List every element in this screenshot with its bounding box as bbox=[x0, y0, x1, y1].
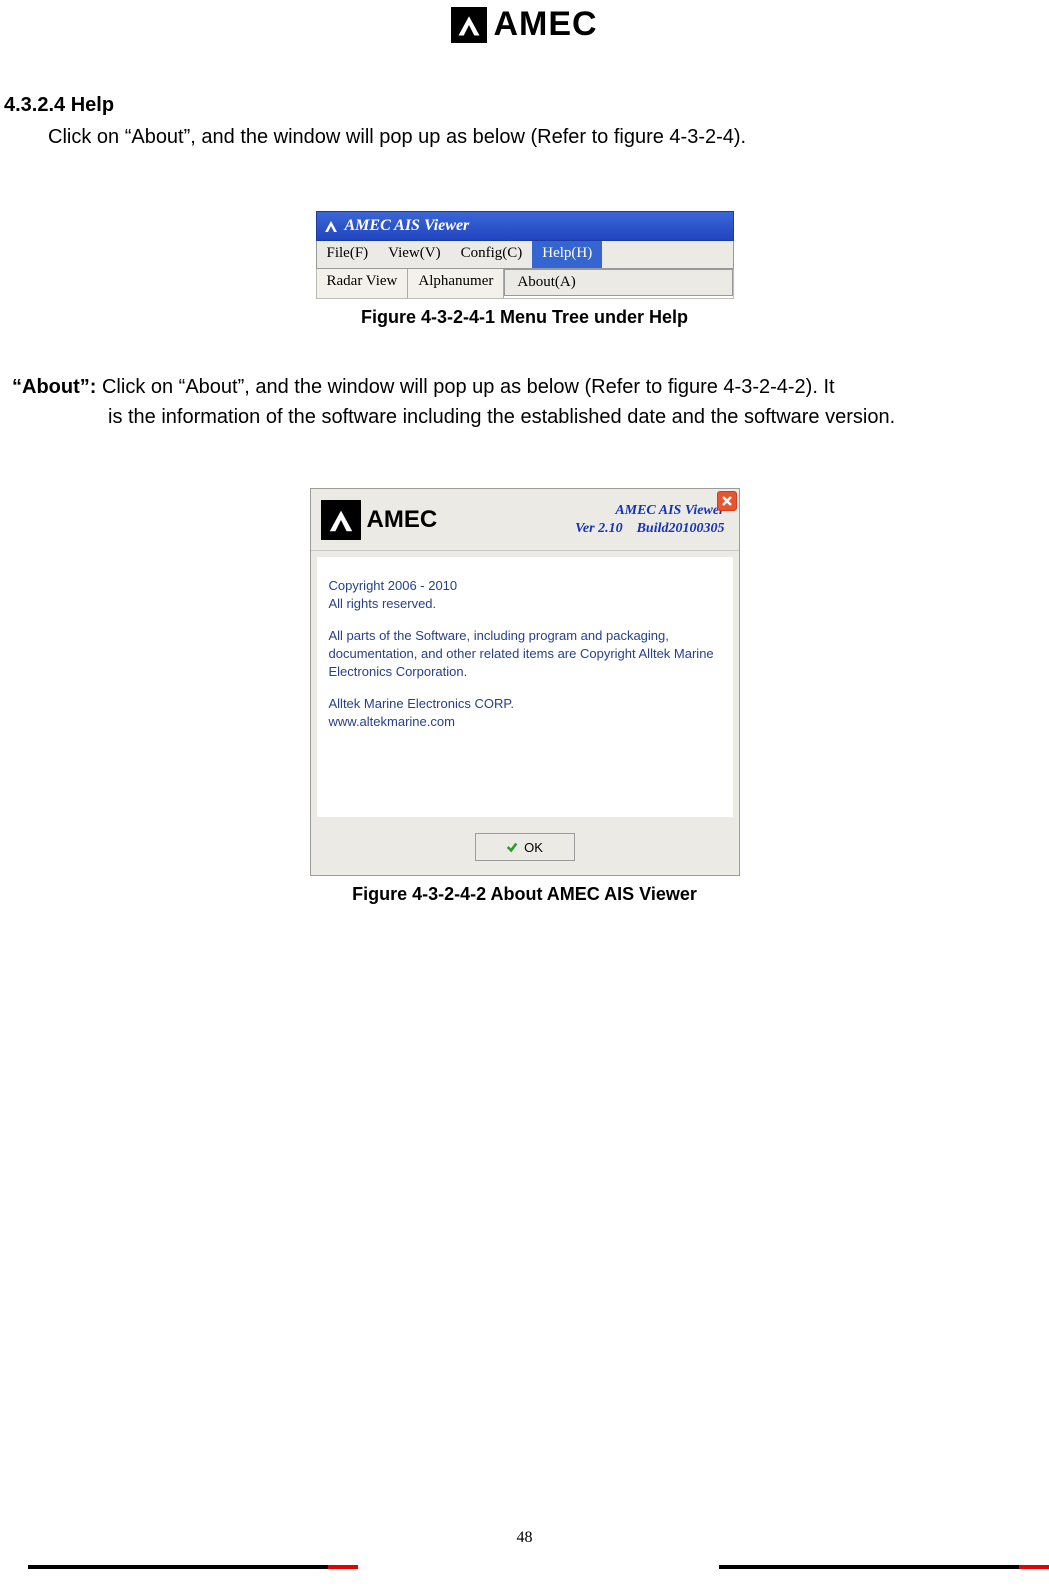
section-heading: 4.3.2.4 Help bbox=[4, 94, 1049, 117]
figure2-caption: Figure 4-3-2-4-2 About AMEC AIS Viewer bbox=[0, 884, 1049, 905]
app-title-text: AMEC AIS Viewer bbox=[345, 217, 470, 235]
tab-alphanumeric[interactable]: Alphanumer bbox=[408, 269, 504, 298]
brand-text: AMEC bbox=[493, 5, 597, 44]
about-line2: is the information of the software inclu… bbox=[12, 402, 1049, 432]
about-line1: Click on “About”, and the window will po… bbox=[102, 376, 835, 398]
copyright-line: Copyright 2006 - 2010 bbox=[329, 578, 458, 593]
ok-button[interactable]: OK bbox=[475, 833, 575, 861]
about-paragraph: “About”: Click on “About”, and the windo… bbox=[12, 372, 1049, 432]
menu-help[interactable]: Help(H) bbox=[532, 241, 602, 268]
footer-rule bbox=[28, 1565, 1049, 1569]
dialog-body: Copyright 2006 - 2010 All rights reserve… bbox=[317, 557, 733, 817]
figure1-caption: Figure 4-3-2-4-1 Menu Tree under Help bbox=[0, 307, 1049, 328]
dialog-close-button[interactable] bbox=[717, 491, 737, 511]
company-line: Alltek Marine Electronics CORP. bbox=[329, 696, 514, 711]
dialog-brand-mark-icon bbox=[321, 500, 361, 540]
ok-label: OK bbox=[524, 840, 543, 855]
app-title-bar: AMEC AIS Viewer bbox=[316, 211, 734, 241]
brand-mark-icon bbox=[451, 7, 487, 43]
rights-line: All rights reserved. bbox=[329, 596, 437, 611]
app-second-row: Radar View Alphanumer About(A) bbox=[316, 269, 734, 299]
dialog-footer: OK bbox=[311, 823, 739, 875]
figure-about-dialog: AMEC AMEC AIS Viewer Ver 2.10 Build20100… bbox=[310, 488, 740, 876]
dialog-brand-text: AMEC bbox=[367, 506, 438, 534]
menu-item-about[interactable]: About(A) bbox=[504, 269, 732, 296]
dialog-header: AMEC AMEC AIS Viewer Ver 2.10 Build20100… bbox=[311, 489, 739, 551]
tab-radar-view[interactable]: Radar View bbox=[317, 269, 409, 298]
section-intro: Click on “About”, and the window will po… bbox=[48, 123, 1049, 151]
page-number: 48 bbox=[0, 1529, 1049, 1547]
menu-view[interactable]: View(V) bbox=[378, 241, 450, 268]
dialog-product-name: AMEC AIS Viewer bbox=[575, 502, 724, 520]
help-dropdown: About(A) bbox=[504, 269, 732, 298]
about-label: “About”: bbox=[12, 376, 96, 398]
software-desc: All parts of the Software, including pro… bbox=[329, 627, 721, 681]
dialog-version-line: Ver 2.10 Build20100305 bbox=[575, 520, 724, 538]
menu-file[interactable]: File(F) bbox=[317, 241, 379, 268]
close-icon bbox=[722, 496, 732, 506]
menu-config[interactable]: Config(C) bbox=[451, 241, 533, 268]
app-menu-bar: File(F) View(V) Config(C) Help(H) bbox=[316, 241, 734, 269]
check-icon bbox=[506, 841, 518, 853]
header-logo: AMEC bbox=[0, 0, 1049, 44]
website-line: www.altekmarine.com bbox=[329, 714, 455, 729]
figure-menu-screenshot: AMEC AIS Viewer File(F) View(V) Config(C… bbox=[316, 211, 734, 299]
